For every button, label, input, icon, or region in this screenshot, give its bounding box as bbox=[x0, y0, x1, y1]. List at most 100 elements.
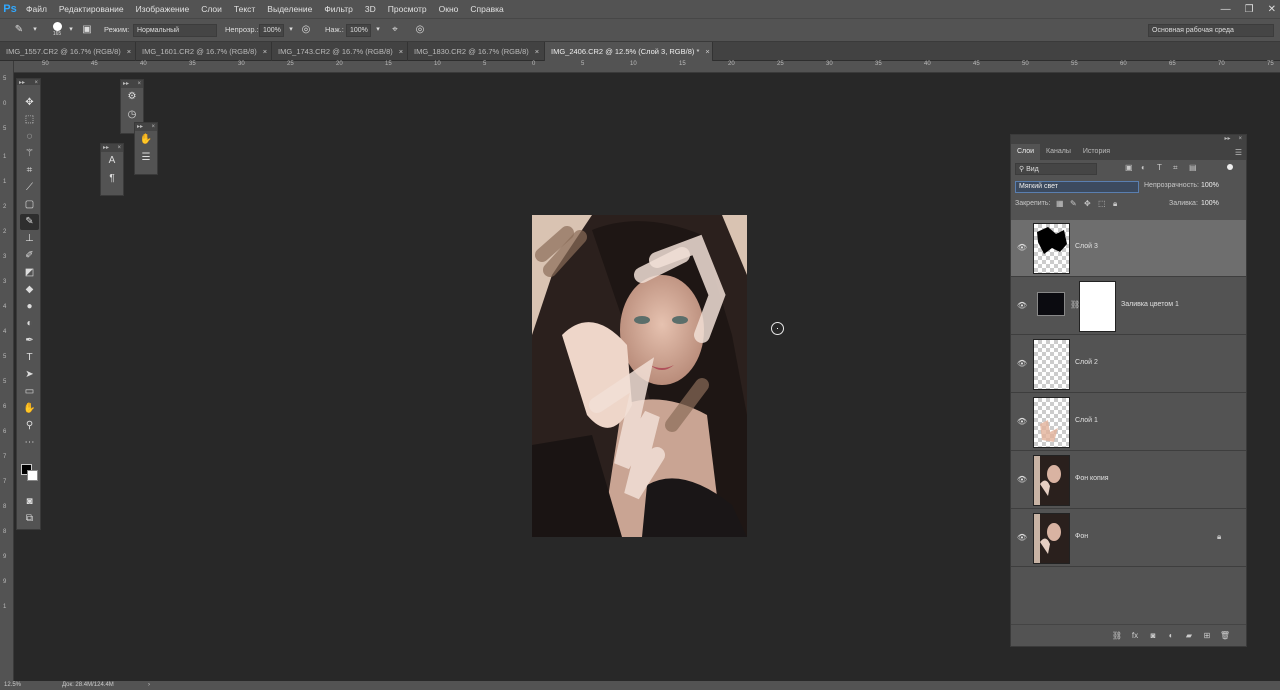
flow-input[interactable]: 100% bbox=[346, 24, 371, 37]
layer-row[interactable]: 👁︎ Фон 🔒︎ bbox=[1011, 510, 1246, 567]
delete-layer-icon[interactable]: 🗑︎ bbox=[1219, 630, 1231, 642]
background-color-swatch[interactable] bbox=[27, 470, 38, 481]
opacity-input[interactable]: 100% bbox=[259, 24, 284, 37]
character-icon[interactable]: A bbox=[102, 152, 122, 170]
pen-tool-icon[interactable]: ✒ bbox=[20, 333, 39, 349]
chevron-down-icon[interactable]: ▾ bbox=[284, 23, 298, 37]
tab-img-1830[interactable]: IMG_1830.CR2 @ 16.7% (RGB/8) × bbox=[408, 42, 545, 61]
chevron-down-icon[interactable]: ▾ bbox=[28, 23, 42, 37]
eye-icon[interactable]: 👁︎ bbox=[1016, 300, 1028, 312]
collapse-icon[interactable]: ▸▸ bbox=[123, 80, 129, 88]
zoom-level[interactable]: 12.5% bbox=[4, 682, 21, 688]
tab-history[interactable]: История bbox=[1077, 144, 1116, 160]
horizontal-ruler[interactable]: 50 45 40 35 30 25 20 15 10 5 0 5 10 15 2… bbox=[14, 61, 1280, 73]
smart-object-filter-icon[interactable]: ▤ bbox=[1189, 163, 1197, 172]
shape-filter-icon[interactable]: ⌗ bbox=[1173, 163, 1178, 173]
layer-row[interactable]: 👁︎ Слой 2 bbox=[1011, 336, 1246, 393]
workspace-select[interactable]: Основная рабочая среда bbox=[1148, 24, 1274, 37]
tab-channels[interactable]: Каналы bbox=[1040, 144, 1077, 160]
tab-img-1743[interactable]: IMG_1743.CR2 @ 16.7% (RGB/8) × bbox=[272, 42, 408, 61]
close-icon[interactable]: × bbox=[34, 79, 38, 86]
close-icon[interactable]: × bbox=[127, 47, 131, 56]
zoom-tool-icon[interactable]: ⚲ bbox=[20, 418, 39, 434]
panel-menu-icon[interactable]: ☰ bbox=[1235, 148, 1242, 157]
menu-help[interactable]: Справка bbox=[464, 4, 509, 14]
blend-mode-select[interactable]: Мягкий свет bbox=[1015, 181, 1139, 193]
marquee-tool-icon[interactable]: ⬚ bbox=[20, 112, 39, 128]
tablet-pressure-size-icon[interactable]: ◎ bbox=[413, 23, 427, 37]
move-tool-icon[interactable]: ✥ bbox=[20, 95, 39, 111]
layer-row[interactable]: 👁︎ ⛓ Заливка цветом 1 bbox=[1011, 278, 1246, 335]
menu-file[interactable]: Файл bbox=[20, 4, 53, 14]
tab-img-1557[interactable]: IMG_1557.CR2 @ 16.7% (RGB/8) × bbox=[0, 42, 136, 61]
layer-row[interactable]: 👁︎ Слой 3 bbox=[1011, 220, 1246, 277]
menu-edit[interactable]: Редактирование bbox=[53, 4, 130, 14]
close-icon[interactable]: × bbox=[535, 47, 539, 56]
document-canvas[interactable] bbox=[532, 215, 747, 537]
brush-tool-icon[interactable]: ✎ bbox=[12, 23, 26, 37]
panel-header[interactable]: ▸▸ × bbox=[1011, 135, 1246, 144]
eye-icon[interactable]: 👁︎ bbox=[1016, 416, 1028, 428]
lock-artboard-icon[interactable]: ⬚ bbox=[1098, 199, 1106, 208]
panel-header[interactable]: ▸▸ × bbox=[135, 123, 157, 131]
adjustment-filter-icon[interactable]: ◐ bbox=[1141, 163, 1146, 172]
opacity-input[interactable]: 100% bbox=[1201, 182, 1219, 189]
path-selection-icon[interactable]: ➤ bbox=[20, 367, 39, 383]
menu-image[interactable]: Изображение bbox=[130, 4, 196, 14]
link-layers-icon[interactable]: ⛓ bbox=[1111, 630, 1123, 642]
status-menu-arrow[interactable]: › bbox=[148, 682, 150, 688]
add-mask-icon[interactable]: ◙ bbox=[1147, 630, 1159, 642]
eye-icon[interactable]: 👁︎ bbox=[1016, 474, 1028, 486]
eyedropper-tool-icon[interactable]: ⟋ bbox=[20, 180, 39, 196]
lock-all-icon[interactable]: 🔒︎ bbox=[1113, 199, 1117, 209]
crop-tool-icon[interactable]: ⌗ bbox=[20, 163, 39, 179]
frame-tool-icon[interactable]: ▢ bbox=[20, 197, 39, 213]
tab-img-2406[interactable]: IMG_2406.CR2 @ 12.5% (Слой 3, RGB/8) * × bbox=[545, 42, 713, 61]
menu-select[interactable]: Выделение bbox=[261, 4, 318, 14]
lock-position-icon[interactable]: ✥ bbox=[1084, 199, 1091, 208]
magic-wand-tool-icon[interactable]: ⚚ bbox=[20, 146, 39, 162]
lock-pixels-icon[interactable]: ✎ bbox=[1070, 199, 1077, 208]
hand-tool-icon[interactable]: ✋ bbox=[20, 401, 39, 417]
brush-preset-picker[interactable]: 165 bbox=[50, 22, 64, 37]
close-button[interactable]: ✕ bbox=[1268, 4, 1276, 15]
minimize-button[interactable]: — bbox=[1221, 4, 1231, 15]
menu-layers[interactable]: Слои bbox=[195, 4, 228, 14]
menu-window[interactable]: Окно bbox=[433, 4, 465, 14]
close-icon[interactable]: × bbox=[1238, 135, 1242, 144]
fill-input[interactable]: 100% bbox=[1201, 200, 1219, 207]
properties-icon[interactable]: ⚙ bbox=[122, 88, 142, 106]
pixel-filter-icon[interactable]: ▣ bbox=[1125, 163, 1133, 172]
layer-mask-thumbnail[interactable] bbox=[1079, 281, 1116, 332]
lock-transparency-icon[interactable]: ▦ bbox=[1056, 199, 1064, 208]
vertical-ruler[interactable]: 5 0 5 1 1 2 2 3 3 4 4 5 5 6 6 7 7 8 8 9 … bbox=[0, 61, 14, 686]
tab-layers[interactable]: Слои bbox=[1011, 144, 1041, 160]
close-icon[interactable]: × bbox=[151, 123, 155, 131]
panel-header[interactable]: ▸▸ × bbox=[121, 80, 143, 88]
collapse-icon[interactable]: ▸▸ bbox=[1224, 135, 1230, 144]
chevron-down-icon[interactable]: ▾ bbox=[64, 23, 78, 37]
type-tool-icon[interactable]: T bbox=[20, 350, 39, 366]
rectangle-tool-icon[interactable]: ▭ bbox=[20, 384, 39, 400]
close-icon[interactable]: × bbox=[137, 80, 141, 88]
menu-view[interactable]: Просмотр bbox=[382, 4, 433, 14]
collapse-icon[interactable]: ▸▸ bbox=[103, 144, 109, 152]
eye-icon[interactable]: 👁︎ bbox=[1016, 358, 1028, 370]
paint-bucket-icon[interactable]: ◆ bbox=[20, 282, 39, 298]
brush-tool-icon[interactable]: ✎ bbox=[20, 214, 39, 230]
paragraph-icon[interactable]: ¶ bbox=[102, 170, 122, 188]
brush-panel-toggle-icon[interactable]: ▣ bbox=[80, 23, 94, 37]
stamp-tool-icon[interactable]: ⊥ bbox=[20, 231, 39, 247]
airbrush-icon[interactable]: ⌖ bbox=[388, 23, 402, 37]
collapse-icon[interactable]: ▸▸ bbox=[19, 79, 25, 86]
adjustment-layer-icon[interactable]: ◐ bbox=[1165, 630, 1177, 642]
type-filter-icon[interactable]: T bbox=[1157, 163, 1162, 172]
panel-header[interactable]: ▸▸ × bbox=[17, 79, 40, 86]
close-icon[interactable]: × bbox=[399, 47, 403, 56]
brush-settings-icon[interactable]: ☰ bbox=[136, 149, 156, 167]
layer-row[interactable]: 👁︎ Слой 1 bbox=[1011, 394, 1246, 451]
menu-type[interactable]: Текст bbox=[228, 4, 261, 14]
eye-icon[interactable]: 👁︎ bbox=[1016, 242, 1028, 254]
close-icon[interactable]: × bbox=[117, 144, 121, 152]
screen-mode-icon[interactable]: ⧉ bbox=[20, 511, 39, 527]
